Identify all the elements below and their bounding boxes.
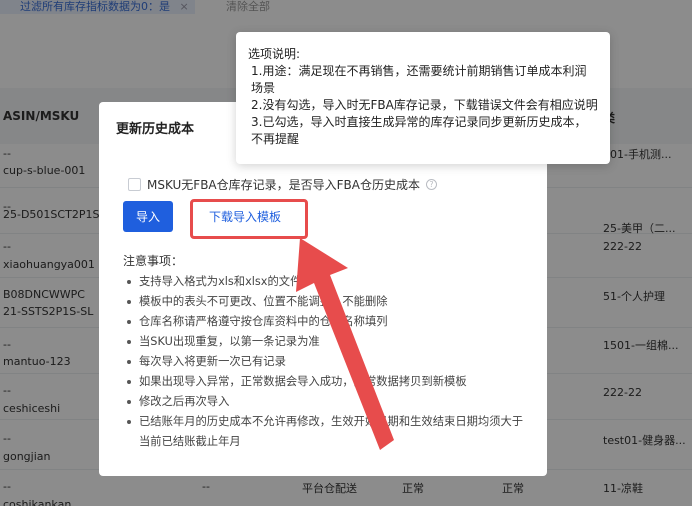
- download-template-link[interactable]: 下载导入模板: [209, 208, 281, 225]
- import-button[interactable]: 导入: [123, 201, 173, 232]
- note-item: 已结账年月的历史成本不允许再修改，生效开始日期和生效结束日期均须大于当前已结账截…: [123, 412, 533, 452]
- note-item: 如果出现导入异常，正常数据会导入成功，异常数据拷贝到新模板: [123, 372, 533, 392]
- help-icon[interactable]: ?: [426, 178, 437, 190]
- note-item: 每次导入将更新一次已有记录: [123, 352, 533, 372]
- tooltip-title: 选项说明:: [248, 47, 301, 61]
- fba-import-checkbox-label[interactable]: MSKU无FBA仓库存记录，是否导入FBA仓历史成本: [147, 176, 420, 193]
- note-item: 模板中的表头不可更改、位置不能调整，不能删除: [123, 292, 533, 312]
- fba-import-checkbox[interactable]: [128, 177, 141, 191]
- tooltip-line: 3.已勾选，导入时直接生成异常的库存记录同步更新历史成本，不再提醒: [251, 115, 587, 146]
- modal-title: 更新历史成本: [116, 122, 195, 137]
- notes-title: 注意事项：: [123, 254, 184, 268]
- tooltip-line: 2.没有勾选，导入时无FBA库存记录，下载错误文件会有相应说明: [251, 98, 598, 112]
- notes-list: 支持导入格式为xls和xlsx的文件 模板中的表头不可更改、位置不能调整，不能删…: [123, 272, 533, 452]
- note-item: 当SKU出现重复，以第一条记录为准: [123, 332, 533, 352]
- fba-import-option[interactable]: MSKU无FBA仓库存记录，是否导入FBA仓历史成本 ?: [128, 176, 437, 192]
- tooltip-line: 1.用途：满足现在不再销售，还需要统计前期销售订单成本利润场景: [251, 64, 587, 95]
- option-tooltip: 选项说明: 1.用途：满足现在不再销售，还需要统计前期销售订单成本利润场景 2.…: [236, 32, 610, 164]
- tooltip-arrow: [176, 163, 190, 170]
- note-item: 修改之后再次导入: [123, 392, 533, 412]
- note-item: 仓库名称请严格遵守按仓库资料中的仓库名称填列: [123, 312, 533, 332]
- note-item: 支持导入格式为xls和xlsx的文件: [123, 272, 533, 292]
